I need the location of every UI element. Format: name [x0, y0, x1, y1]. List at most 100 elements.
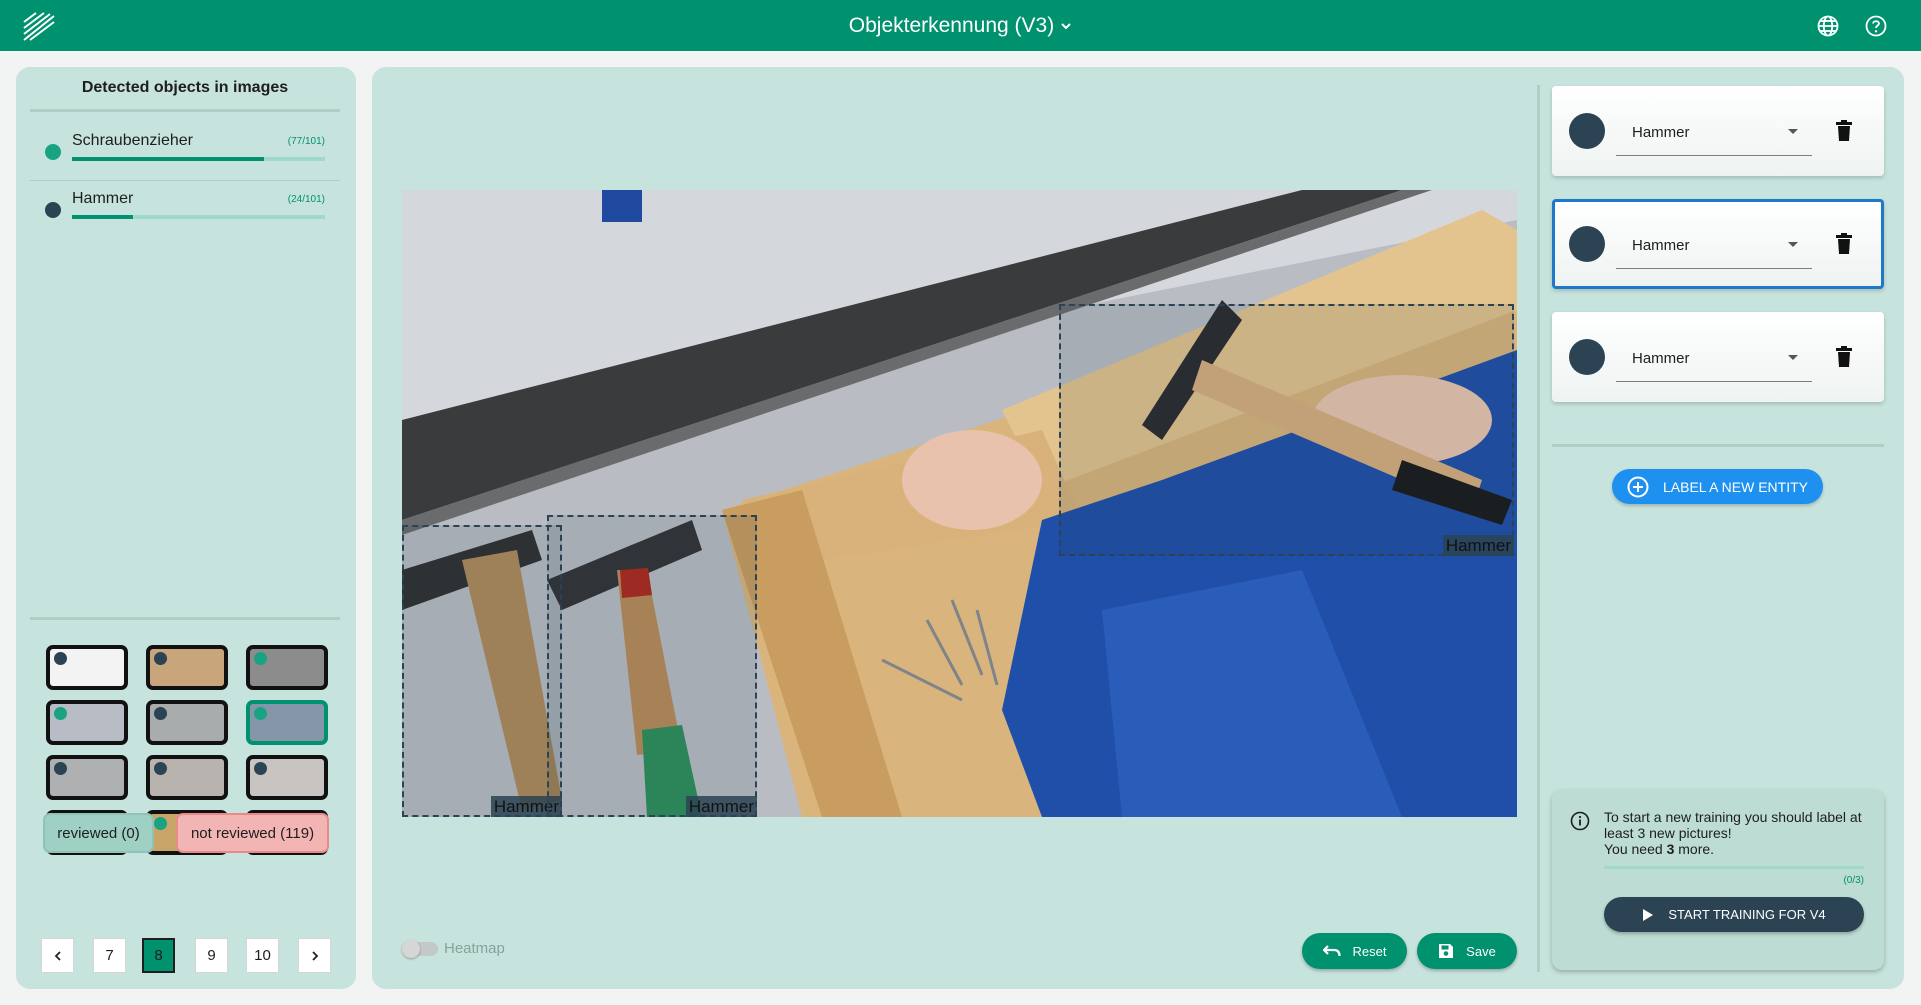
bounding-box[interactable]: Hammer — [1059, 304, 1514, 556]
label-new-entity-button[interactable]: LABEL A NEW ENTITY — [1612, 469, 1823, 504]
class-count: (77/101) — [287, 136, 325, 147]
page-9-button[interactable]: 9 — [195, 938, 228, 973]
image-thumbnail[interactable] — [146, 645, 228, 690]
entity-color-dot — [1569, 339, 1605, 375]
thumbnail-class-dot — [54, 652, 67, 665]
trash-icon[interactable] — [1835, 120, 1853, 142]
training-hint: To start a new training you should label… — [1604, 809, 1869, 857]
divider — [1552, 444, 1884, 447]
entity-card[interactable]: Hammer — [1552, 312, 1884, 402]
bounding-box-label: Hammer — [685, 796, 757, 817]
class-item-hammer[interactable]: Hammer (24/101) — [30, 179, 340, 237]
heatmap-label: Heatmap — [444, 940, 505, 957]
image-thumbnail[interactable] — [46, 700, 128, 745]
class-progress-fill — [72, 215, 133, 219]
prev-page-button[interactable] — [41, 938, 74, 973]
save-icon — [1439, 944, 1454, 958]
not-reviewed-filter-button[interactable]: not reviewed (119) — [176, 813, 329, 853]
training-hint-count: 3 — [1666, 841, 1675, 857]
play-icon — [1643, 908, 1654, 921]
training-hint-suffix: more. — [1678, 841, 1715, 857]
add-circle-icon — [1627, 476, 1649, 497]
class-item-schraubenzieher[interactable]: Schraubenzieher (77/101) — [30, 121, 340, 179]
training-progress-track — [1604, 866, 1864, 869]
bounding-box[interactable]: Hammer — [547, 515, 757, 817]
class-name: Schraubenzieher — [72, 132, 193, 149]
reviewed-filter-button[interactable]: reviewed (0) — [43, 813, 154, 853]
caret-down-icon — [1788, 242, 1798, 247]
thumbnail-class-dot — [54, 707, 67, 720]
thumbnail-class-dot — [154, 707, 167, 720]
caret-down-icon — [1788, 129, 1798, 134]
entity-class-select[interactable]: Hammer — [1616, 219, 1812, 269]
entity-color-dot — [1569, 113, 1605, 149]
project-dropdown[interactable]: Objekterkennung (V3) — [849, 14, 1072, 38]
heatmap-toggle[interactable]: Heatmap — [402, 939, 505, 958]
trash-icon[interactable] — [1835, 346, 1853, 368]
image-thumbnail[interactable] — [46, 755, 128, 800]
vertical-divider — [1537, 85, 1540, 972]
training-hint-line1: To start a new training you should label… — [1604, 809, 1862, 841]
class-name: Hammer — [72, 190, 134, 207]
bounding-box[interactable]: Hammer — [402, 525, 562, 817]
class-count: (24/101) — [287, 194, 325, 205]
class-progress-fill — [72, 157, 265, 161]
page-7-button[interactable]: 7 — [93, 938, 126, 973]
image-thumbnail[interactable] — [246, 645, 328, 690]
entity-color-dot — [1569, 226, 1605, 262]
entity-card[interactable]: Hammer — [1552, 86, 1884, 176]
entity-class-value: Hammer — [1632, 237, 1690, 254]
chevron-down-icon — [1061, 22, 1071, 29]
class-progress-track — [72, 215, 325, 219]
image-thumbnail[interactable] — [246, 755, 328, 800]
thumbnail-class-dot — [154, 762, 167, 775]
divider — [30, 109, 340, 112]
training-panel: To start a new training you should label… — [1552, 790, 1884, 970]
thumbnail-grid — [30, 575, 328, 855]
thumbnail-class-dot — [54, 762, 67, 775]
save-button[interactable]: Save — [1417, 933, 1517, 969]
thumbnail-class-dot — [254, 707, 267, 720]
thumbnail-class-dot — [254, 652, 267, 665]
globe-icon[interactable] — [1816, 14, 1840, 38]
reset-button[interactable]: Reset — [1302, 933, 1407, 969]
annotation-canvas[interactable]: Hammer Hammer Hammer — [402, 190, 1517, 817]
entity-card-selected[interactable]: Hammer — [1552, 199, 1884, 289]
trash-icon[interactable] — [1835, 233, 1853, 255]
bounding-box-label: Hammer — [1442, 535, 1514, 556]
start-training-button[interactable]: START TRAINING FOR V4 — [1604, 897, 1864, 932]
thumbnail-class-dot — [254, 762, 267, 775]
logo-icon — [23, 12, 55, 41]
image-thumbnail[interactable] — [46, 645, 128, 690]
training-progress-count: (0/3) — [1843, 875, 1864, 886]
label-new-entity-text: LABEL A NEW ENTITY — [1663, 478, 1808, 495]
image-thumbnail[interactable] — [246, 700, 328, 745]
page-10-button[interactable]: 10 — [246, 938, 279, 973]
class-color-dot — [45, 144, 61, 160]
next-page-button[interactable] — [298, 938, 331, 973]
page-8-button[interactable]: 8 — [142, 938, 175, 973]
training-hint-line2: You need 3 more. — [1604, 841, 1869, 857]
training-hint-prefix: You need — [1604, 841, 1663, 857]
chevron-right-icon — [311, 950, 318, 961]
start-training-label: START TRAINING FOR V4 — [1668, 907, 1826, 922]
heatmap-switch[interactable] — [402, 939, 438, 958]
save-label: Save — [1466, 943, 1496, 959]
reset-label: Reset — [1352, 943, 1387, 959]
thumbnail-class-dot — [154, 652, 167, 665]
class-color-dot — [45, 202, 61, 218]
caret-down-icon — [1788, 355, 1798, 360]
class-progress-track — [72, 157, 325, 161]
image-thumbnail[interactable] — [146, 755, 228, 800]
project-title: Objekterkennung (V3) — [848, 13, 1055, 37]
image-thumbnail[interactable] — [146, 700, 228, 745]
help-icon[interactable] — [1864, 14, 1888, 38]
thumbnail-class-dot — [154, 817, 167, 830]
top-bar: Objekterkennung (V3) — [0, 0, 1921, 51]
entity-class-select[interactable]: Hammer — [1616, 106, 1812, 156]
switch-knob — [402, 939, 420, 958]
undo-icon — [1322, 945, 1341, 957]
entity-class-select[interactable]: Hammer — [1616, 332, 1812, 382]
entity-class-value: Hammer — [1632, 124, 1690, 141]
chevron-left-icon — [54, 950, 61, 961]
